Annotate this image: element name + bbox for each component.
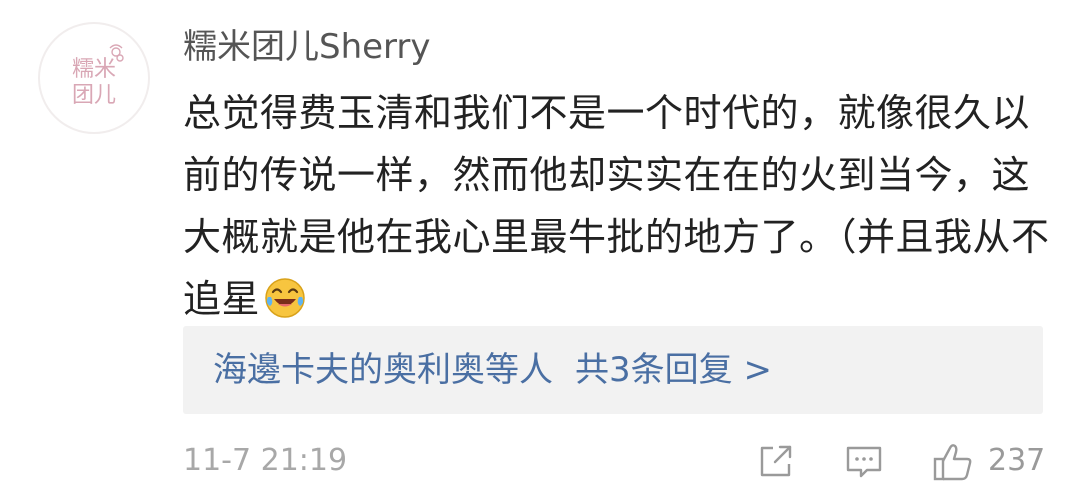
- reply-names-link[interactable]: 海邊卡夫的奥利奥等人: [213, 350, 553, 390]
- like-count: 237: [988, 443, 1046, 478]
- comment-icon[interactable]: [843, 440, 885, 482]
- share-icon[interactable]: [755, 440, 797, 482]
- username[interactable]: 糯米团儿Sherry: [183, 20, 431, 74]
- laughing-crying-emoji-icon: [265, 278, 305, 318]
- avatar-logo-text-top: 糯米: [72, 57, 116, 82]
- replies-summary: 海邊卡夫的奥利奥等人 共3条回复 >: [213, 343, 772, 397]
- avatar-logo-text-bottom: 团儿: [72, 83, 116, 108]
- avatar[interactable]: 糯米 团儿: [38, 22, 150, 134]
- avatar-logo: 糯米 团儿: [42, 26, 146, 130]
- comment-body: 总觉得费玉清和我们不是一个时代的，就像很久以前的传说一样，然而他却实实在在的火到…: [183, 82, 1053, 330]
- replies-box[interactable]: 海邊卡夫的奥利奥等人 共3条回复 >: [183, 326, 1043, 414]
- comment-text: 总觉得费玉清和我们不是一个时代的，就像很久以前的传说一样，然而他却实实在在的火到…: [183, 91, 1050, 321]
- timestamp: 11-7 21:19: [183, 443, 348, 478]
- thumbs-up-icon[interactable]: [931, 440, 975, 484]
- reply-count-link[interactable]: 共3条回复 >: [575, 350, 772, 390]
